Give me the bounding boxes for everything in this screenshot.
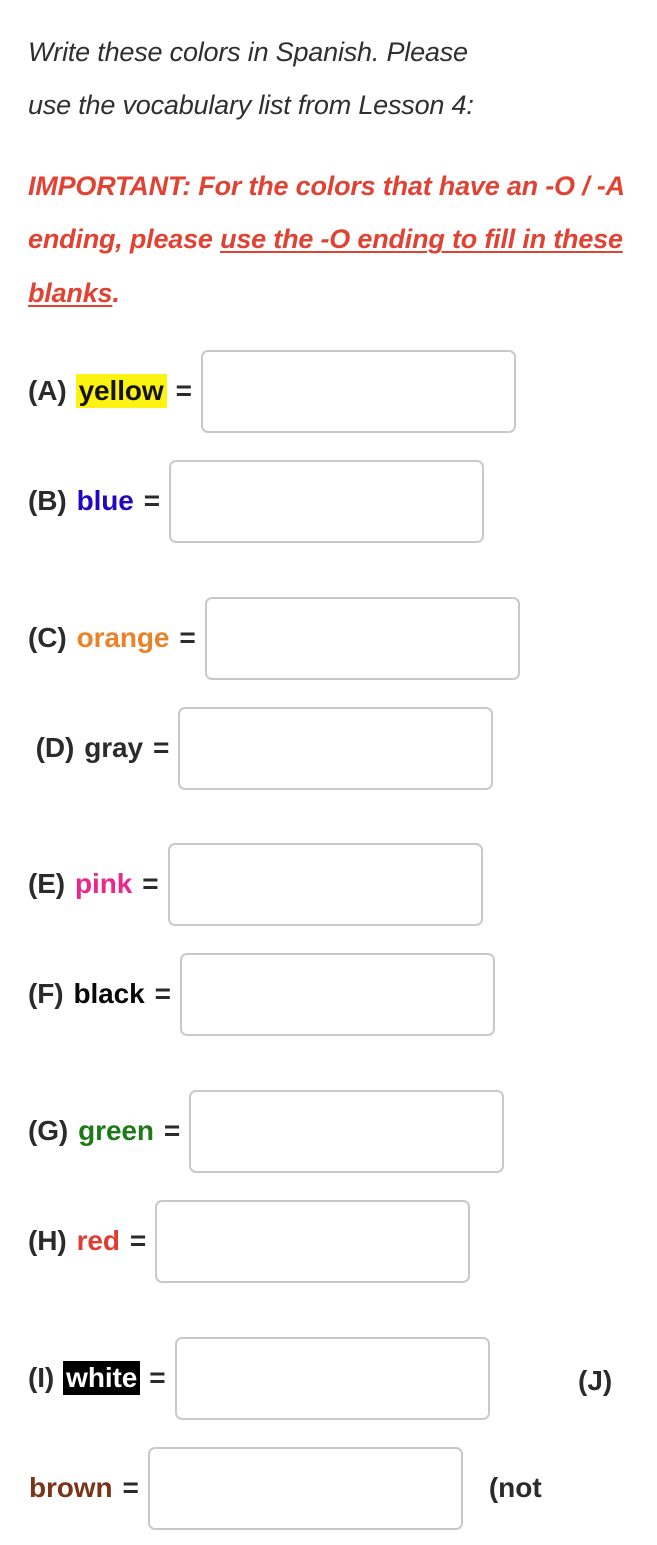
equals-sign-c: = — [179, 622, 196, 653]
color-word-orange: orange — [76, 622, 170, 653]
item-marker-c: (C) — [28, 622, 67, 653]
answer-row-g: (G) green = — [28, 1085, 505, 1177]
color-word-brown: brown — [29, 1472, 113, 1503]
answer-row-f: (F) black = — [28, 948, 495, 1040]
answer-input-c[interactable] — [204, 596, 520, 680]
item-marker-e: (E) — [28, 868, 66, 899]
answer-input-d[interactable] — [178, 706, 494, 790]
answer-row-h: (H) red = — [28, 1195, 471, 1287]
item-marker-j: (J) — [578, 1365, 613, 1396]
color-word-red: red — [76, 1225, 120, 1256]
answer-row-e: (E) pink = — [28, 838, 483, 930]
color-word-green: green — [78, 1115, 154, 1146]
equals-sign-i: = — [149, 1362, 166, 1393]
equals-sign-h: = — [129, 1225, 147, 1256]
equals-sign-d: = — [153, 732, 170, 763]
answer-input-a[interactable] — [200, 349, 516, 433]
equals-sign-a: = — [175, 375, 192, 406]
color-word-pink: pink — [75, 868, 133, 899]
answer-row-d: (D) gray = — [28, 702, 494, 794]
item-marker-b: (B) — [28, 485, 67, 516]
equals-sign-b: = — [143, 485, 161, 516]
equals-sign-g: = — [163, 1115, 181, 1146]
worksheet-page: Write these colors in Spanish. Please us… — [0, 0, 657, 1545]
answer-row-b: (B) blue = — [28, 455, 485, 547]
important-note-part-1: IMPORTANT: For the colors that have — [28, 171, 500, 201]
answer-row-c: (C) orange = — [28, 592, 520, 684]
color-word-yellow: yellow — [75, 374, 167, 408]
answer-input-i[interactable] — [174, 1336, 490, 1420]
important-note-period: . — [112, 277, 120, 308]
color-word-gray: gray — [84, 732, 143, 763]
answer-input-b[interactable] — [169, 459, 485, 543]
instructions-line-2: use the vocabulary list from Lesson 4: — [28, 90, 474, 121]
equals-sign-e: = — [142, 868, 159, 899]
item-marker-d: (D) — [28, 732, 75, 763]
color-word-black: black — [73, 978, 145, 1009]
answer-row-i: (I) white = — [28, 1332, 490, 1424]
color-word-white: white — [63, 1361, 141, 1395]
answer-row-a: (A) yellow = — [28, 345, 516, 437]
instructions-line-1: Write these colors in Spanish. Please — [28, 37, 468, 67]
instructions-paragraph: Write these colors in Spanish. Please us… — [28, 26, 628, 133]
important-note: IMPORTANT: For the colors that have an -… — [28, 160, 638, 320]
answer-row-j: brown = (not — [28, 1442, 542, 1534]
item-marker-h: (H) — [28, 1225, 67, 1256]
answer-input-e[interactable] — [167, 842, 483, 926]
trailing-text-not: (not — [488, 1472, 542, 1503]
answer-input-g[interactable] — [189, 1089, 505, 1173]
item-marker-g: (G) — [28, 1115, 69, 1146]
item-marker-f: (F) — [28, 978, 64, 1009]
equals-sign-f: = — [154, 978, 171, 1009]
equals-sign-j: = — [122, 1472, 139, 1503]
answer-input-j[interactable] — [147, 1446, 463, 1530]
item-marker-a: (A) — [28, 375, 67, 406]
color-word-blue: blue — [76, 485, 134, 516]
answer-input-f[interactable] — [179, 952, 495, 1036]
answer-input-h[interactable] — [155, 1199, 471, 1283]
item-marker-i: (I) — [28, 1362, 55, 1393]
